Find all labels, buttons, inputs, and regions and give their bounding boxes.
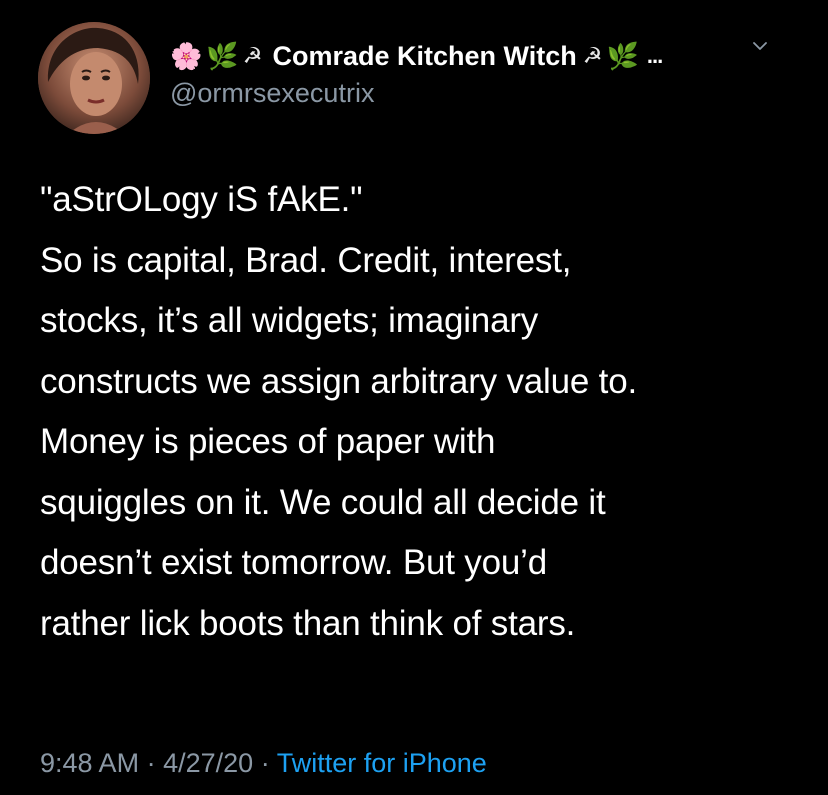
avatar-image [38, 22, 150, 134]
tweet-line: constructs we assign arbitrary value to. [40, 361, 637, 401]
name-truncation: ... [646, 43, 663, 68]
tweet-line: So is capital, Brad. Credit, interest, [40, 240, 572, 280]
tweet-meta: 9:48 AM · 4/27/20 · Twitter for iPhone [40, 748, 487, 779]
tweet-header: 🌸 🌿 ☭ Comrade Kitchen Witch ☭ 🌿 ... @orm… [38, 22, 798, 134]
tweet-line: rather lick boots than think of stars. [40, 603, 576, 643]
display-name: Comrade Kitchen Witch [272, 40, 577, 71]
herb-icon: 🌿 [606, 41, 639, 71]
herb-icon: 🌿 [206, 41, 239, 71]
avatar[interactable] [38, 22, 150, 134]
tweet-line: stocks, it’s all widgets; imaginary [40, 301, 539, 340]
tweet-text: "aStrOLogy iS fAkE." So is capital, Brad… [40, 170, 810, 654]
tweet-line: doesn’t exist tomorrow. But you’d [40, 543, 547, 582]
display-name-row[interactable]: 🌸 🌿 ☭ Comrade Kitchen Witch ☭ 🌿 ... [170, 36, 798, 76]
hammer-sickle-icon: ☭ [242, 43, 263, 68]
user-handle[interactable]: @ormrsexecutrix [170, 78, 798, 109]
cherry-blossom-icon: 🌸 [170, 41, 203, 71]
tweet-line: squiggles on it. We could all decide it [40, 482, 606, 522]
tweet-line: "aStrOLogy iS fAkE." [40, 180, 363, 219]
user-block[interactable]: 🌸 🌿 ☭ Comrade Kitchen Witch ☭ 🌿 ... @orm… [170, 36, 798, 109]
tweet-time[interactable]: 9:48 AM [40, 748, 139, 778]
meta-separator: · [146, 748, 156, 778]
tweet-line: Money is pieces of paper with [40, 422, 496, 461]
tweet-source-link[interactable]: Twitter for iPhone [277, 748, 487, 778]
meta-separator: · [260, 748, 270, 778]
tweet-date[interactable]: 4/27/20 [163, 748, 253, 778]
chevron-down-icon[interactable] [752, 38, 768, 54]
hammer-sickle-icon: ☭ [582, 43, 603, 68]
